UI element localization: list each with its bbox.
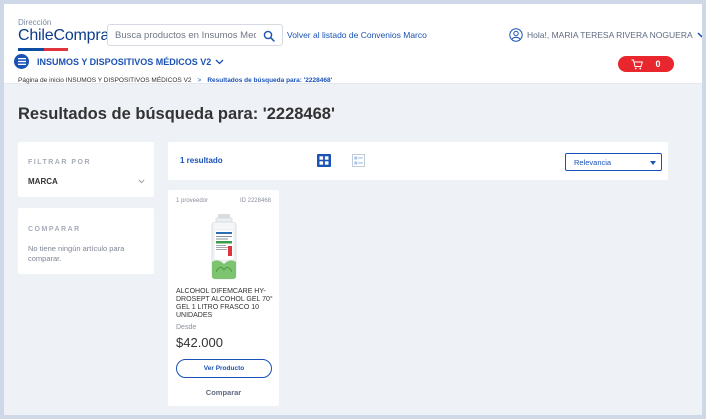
search-box: [107, 24, 283, 46]
product-name[interactable]: ALCOHOL DIFEMCARE HY-DROSEPT ALCOHOL GEL…: [176, 288, 276, 320]
breadcrumb-home-link[interactable]: Página de inicio INSUMOS Y DISPOSITIVOS …: [18, 77, 192, 84]
cart-icon: [631, 59, 644, 69]
page-title: Resultados de búsqueda para: '2228468': [18, 105, 335, 123]
list-view-icon[interactable]: [352, 154, 365, 167]
user-menu[interactable]: Hola!, MARIA TERESA RIVERA NOGUERA: [509, 28, 702, 42]
filter-marca-toggle[interactable]: MARCA: [28, 177, 58, 186]
cart-count: 0: [655, 59, 661, 69]
hamburger-menu-icon[interactable]: [14, 54, 29, 69]
compare-panel: COMPARAR No tiene ningún artículo para c…: [18, 208, 154, 274]
convenios-link[interactable]: Volver al listado de Convenios Marco: [287, 30, 427, 40]
sort-select[interactable]: Relevancia: [565, 153, 662, 171]
chilecompra-logo[interactable]: Dirección ChileCompra: [18, 18, 109, 51]
results-toolbar: 1 resultado Relevancia: [168, 142, 668, 180]
search-icon[interactable]: [263, 30, 275, 42]
user-greeting: Hola!, MARIA TERESA RIVERA NOGUERA: [527, 30, 693, 40]
compare-heading: COMPARAR: [28, 226, 81, 233]
logo-color-bar: [18, 48, 109, 51]
sort-selected-value: Relevancia: [574, 158, 612, 167]
filter-heading: FILTRAR POR: [28, 159, 92, 166]
cart-button[interactable]: 0: [618, 56, 674, 72]
chevron-down-icon: [697, 32, 702, 38]
search-input[interactable]: [108, 29, 256, 41]
chevron-down-icon[interactable]: [138, 179, 145, 184]
breadcrumb-current: Resultados de búsqueda para: '2228468': [207, 77, 333, 84]
product-card: 1 proveedor ID 2228468 ALCOHOL DIFEMCARE…: [168, 190, 279, 406]
provider-count: 1 proveedor: [176, 198, 209, 204]
price-from-label: Desde: [176, 324, 197, 331]
logo-small-text: Dirección: [18, 18, 52, 27]
product-id: ID 2228468: [239, 198, 271, 204]
grid-view-icon[interactable]: [317, 154, 331, 167]
site-header: Dirección ChileCompra Volver al listado …: [4, 4, 702, 84]
breadcrumb-separator: >: [197, 77, 202, 84]
breadcrumb: Página de inicio INSUMOS Y DISPOSITIVOS …: [18, 77, 332, 84]
filter-panel: FILTRAR POR MARCA: [18, 142, 154, 197]
category-label: INSUMOS Y DISPOSITIVOS MÉDICOS V2: [37, 56, 212, 67]
product-image[interactable]: [204, 214, 244, 280]
page-frame: Dirección ChileCompra Volver al listado …: [4, 4, 702, 415]
compare-button[interactable]: Comparar: [168, 388, 279, 397]
caret-down-icon: [650, 161, 656, 165]
result-count: 1 resultado: [180, 156, 223, 165]
chevron-down-icon: [215, 59, 224, 64]
logo-brand-text: ChileCompra: [18, 27, 110, 44]
compare-empty-text: No tiene ningún artículo para comparar.: [28, 244, 125, 263]
product-price: $42.000: [176, 335, 223, 350]
view-product-button[interactable]: Ver Producto: [176, 359, 272, 378]
category-selector[interactable]: INSUMOS Y DISPOSITIVOS MÉDICOS V2: [14, 54, 224, 69]
user-avatar-icon: [509, 28, 523, 42]
